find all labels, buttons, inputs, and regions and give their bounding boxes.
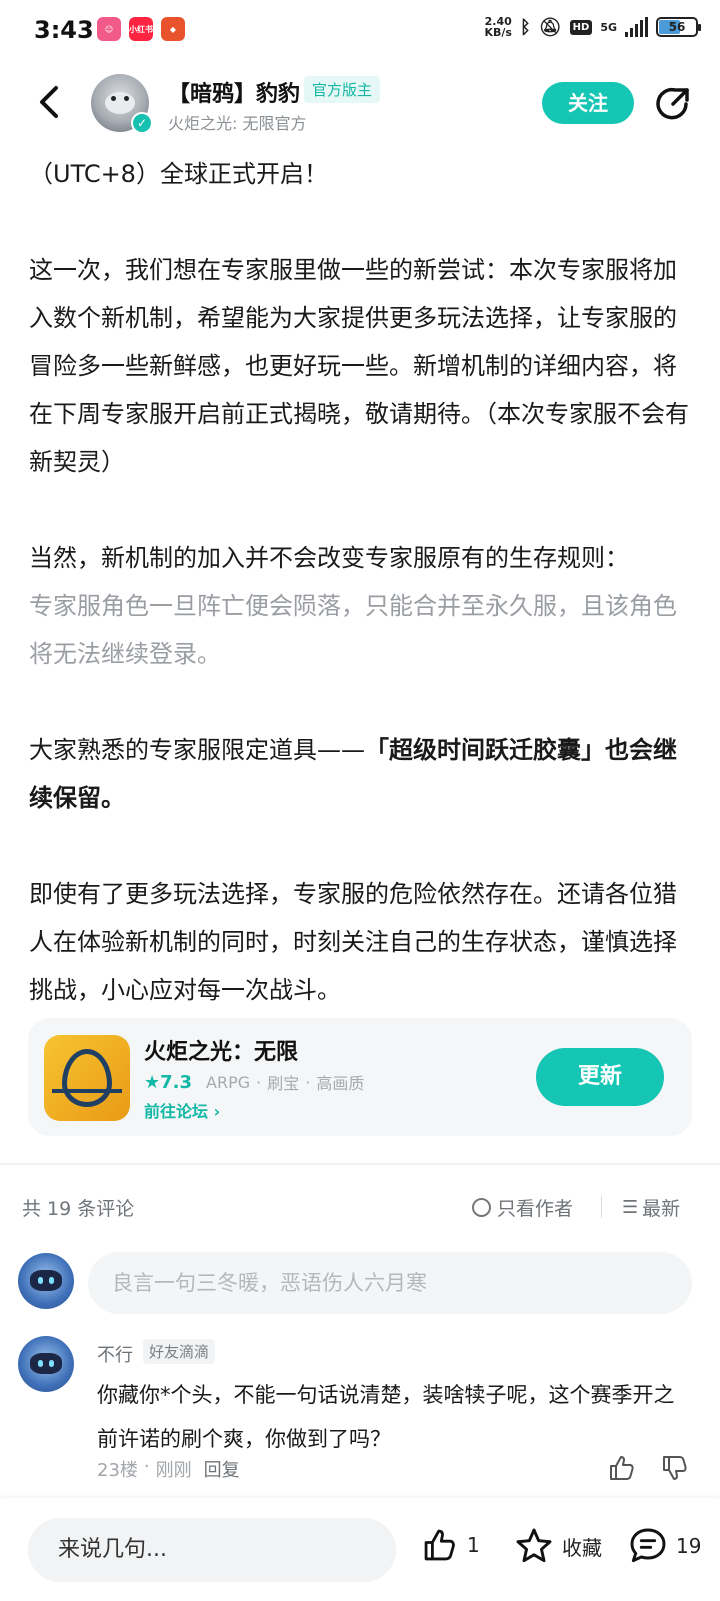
share-icon[interactable] bbox=[653, 84, 693, 124]
update-button[interactable]: 更新 bbox=[536, 1048, 664, 1106]
follow-button[interactable]: 关注 bbox=[542, 82, 634, 124]
author-name[interactable]: 【暗鸦】豹豹 bbox=[168, 76, 300, 108]
commenter-avatar[interactable] bbox=[18, 1336, 74, 1392]
chevron-right-icon: › bbox=[213, 1102, 221, 1121]
separator bbox=[601, 1196, 602, 1218]
star-icon bbox=[516, 1528, 552, 1563]
author-subtitle: 火炬之光: 无限官方 bbox=[168, 114, 307, 133]
bluetooth-icon: ᛒ bbox=[519, 16, 531, 38]
comment-count: 共 19 条评论 bbox=[22, 1198, 135, 1220]
divider bbox=[0, 1163, 720, 1165]
app-icon-xhs: 小红书 bbox=[129, 17, 153, 41]
comment-bubble-icon bbox=[630, 1528, 666, 1563]
mute-bell-icon: 🔕︎ bbox=[538, 16, 562, 38]
sort-toggle[interactable]: ☰ 最新 bbox=[622, 1194, 680, 1221]
author-role-badge: 官方版主 bbox=[304, 76, 381, 103]
reply-button[interactable]: 回复 bbox=[204, 1456, 240, 1482]
game-title: 火炬之光：无限 bbox=[144, 1040, 299, 1065]
comment-meta: 23楼 · 刚刚 回复 bbox=[97, 1456, 240, 1482]
user-avatar bbox=[18, 1253, 74, 1309]
article-paragraph: 大家熟悉的专家服限定道具——「超级时间跃迁胶囊」也会继续保留。 bbox=[29, 736, 677, 812]
hd-icon: HD bbox=[569, 19, 593, 35]
game-meta: ★7.3 ARPG · 刷宝 · 高画质 bbox=[144, 1071, 365, 1094]
app-icon-1: ☺ bbox=[97, 17, 121, 41]
commenter-badge: 好友滴滴 bbox=[143, 1339, 216, 1364]
signal-icon bbox=[625, 17, 648, 37]
author-avatar[interactable]: ✓ bbox=[91, 74, 153, 134]
bottom-action-bar: 来说几句... 1 收藏 19 bbox=[0, 1498, 720, 1601]
article-paragraph: 即使有了更多玩法选择，专家服的危险依然存在。还请各位猎人在体验新机制的同时，时刻… bbox=[29, 880, 677, 1004]
comment-input[interactable]: 良言一句三冬暖，恶语伤人六月寒 bbox=[88, 1252, 692, 1314]
game-card[interactable]: 火炬之光：无限 ★7.3 ARPG · 刷宝 · 高画质 前往论坛 › 更新 bbox=[28, 1018, 692, 1136]
article-paragraph-muted: 专家服角色一旦阵亡便会陨落，只能合并至永久服，且该角色将无法继续登录。 bbox=[29, 592, 677, 668]
commenter-name[interactable]: 不行 bbox=[97, 1341, 133, 1367]
thumbs-down-icon[interactable] bbox=[660, 1453, 690, 1483]
radio-icon bbox=[472, 1198, 491, 1217]
thumbs-up-icon[interactable] bbox=[607, 1453, 637, 1483]
app-icon-3: ◆ bbox=[161, 17, 185, 41]
net-speed: 2.40 KB/s bbox=[484, 15, 512, 39]
article-paragraph: （UTC+8）全球正式开启！ bbox=[29, 160, 328, 188]
battery-icon: 56 bbox=[656, 17, 701, 37]
network-type: 5G bbox=[600, 20, 617, 34]
game-logo-icon bbox=[44, 1035, 130, 1121]
status-bar: 3:43 ☺ 小红书 ◆ 2.40 KB/s ᛒ 🔕︎ HD 5G 56 bbox=[0, 0, 720, 62]
author-only-toggle[interactable]: 只看作者 bbox=[472, 1194, 573, 1221]
back-arrow-icon[interactable] bbox=[32, 82, 68, 122]
verified-icon: ✓ bbox=[131, 112, 153, 134]
status-time: 3:43 bbox=[34, 16, 94, 44]
forum-link[interactable]: 前往论坛 › bbox=[144, 1098, 220, 1122]
article-paragraph: 这一次，我们想在专家服里做一些的新尝试：本次专家服将加入数个新机制，希望能为大家… bbox=[29, 256, 689, 476]
comment-text: 你藏你*个头，不能一句话说清楚，装啥犊子呢，这个赛季开之前许诺的刷个爽，你做到了… bbox=[97, 1383, 675, 1451]
status-app-icons: ☺ 小红书 ◆ bbox=[97, 17, 185, 41]
status-indicators: 2.40 KB/s ᛒ 🔕︎ HD 5G 56 bbox=[484, 15, 701, 39]
article-paragraph: 当然，新机制的加入并不会改变专家服原有的生存规则： bbox=[29, 544, 629, 572]
game-rating: ★7.3 bbox=[144, 1071, 193, 1093]
comments-button[interactable]: 19 bbox=[628, 1526, 701, 1566]
reply-input[interactable]: 来说几句... bbox=[28, 1518, 396, 1582]
sort-icon: ☰ bbox=[622, 1197, 639, 1218]
thumbs-up-icon bbox=[424, 1529, 455, 1561]
post-header: ✓ 【暗鸦】豹豹 官方版主 火炬之光: 无限官方 关注 bbox=[0, 62, 720, 147]
article-body: （UTC+8）全球正式开启！ 这一次，我们想在专家服里做一些的新尝试：本次专家服… bbox=[29, 150, 693, 1014]
favorite-button[interactable]: 收藏 bbox=[514, 1526, 602, 1566]
like-button[interactable]: 1 bbox=[421, 1526, 480, 1564]
